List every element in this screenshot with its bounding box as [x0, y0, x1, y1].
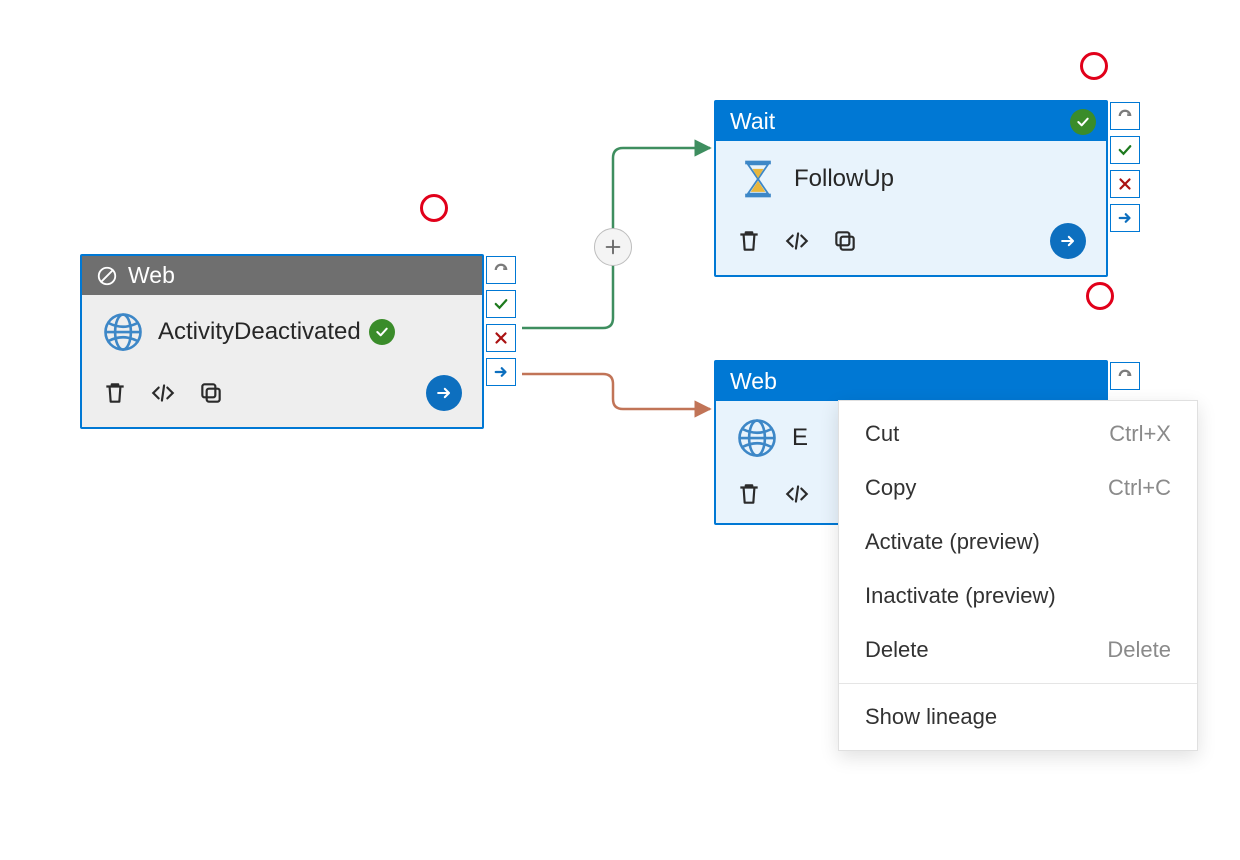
- node-type-label: Wait: [730, 108, 775, 135]
- port-success[interactable]: [1110, 136, 1140, 164]
- menu-label: Activate (preview): [865, 529, 1040, 555]
- code-icon[interactable]: [150, 380, 176, 406]
- node-actions: [716, 209, 1106, 275]
- output-ports: [1110, 102, 1140, 232]
- port-success[interactable]: [486, 290, 516, 318]
- globe-icon: [736, 417, 778, 459]
- node-type-label: Web: [128, 262, 175, 289]
- menu-item-show-lineage[interactable]: Show lineage: [839, 690, 1197, 744]
- node-type-label: Web: [730, 368, 777, 395]
- output-ports: [486, 256, 516, 386]
- output-ports: [1110, 362, 1140, 390]
- menu-item-delete[interactable]: Delete Delete: [839, 623, 1197, 677]
- delete-icon[interactable]: [102, 380, 128, 406]
- menu-item-inactivate[interactable]: Inactivate (preview): [839, 569, 1197, 623]
- deactivated-icon: [96, 265, 118, 287]
- copy-icon[interactable]: [832, 228, 858, 254]
- node-name-label: ActivityDeactivated: [158, 318, 361, 346]
- menu-item-copy[interactable]: Copy Ctrl+C: [839, 461, 1197, 515]
- node-header: Web: [716, 362, 1106, 401]
- globe-icon: [102, 311, 144, 353]
- port-completion[interactable]: [486, 358, 516, 386]
- menu-divider: [839, 683, 1197, 684]
- node-body: ActivityDeactivated: [82, 295, 482, 361]
- code-icon[interactable]: [784, 481, 810, 507]
- menu-label: Show lineage: [865, 704, 997, 730]
- menu-item-cut[interactable]: Cut Ctrl+X: [839, 407, 1197, 461]
- menu-label: Delete: [865, 637, 929, 663]
- port-skip[interactable]: [1110, 362, 1140, 390]
- run-icon[interactable]: [426, 375, 462, 411]
- menu-shortcut: Ctrl+X: [1109, 421, 1171, 447]
- node-body: FollowUp: [716, 141, 1106, 209]
- node-actions: [82, 361, 482, 427]
- pipeline-canvas[interactable]: Web ActivityDeactivated: [0, 0, 1240, 860]
- add-activity-button[interactable]: [594, 228, 632, 266]
- success-status-badge: [369, 319, 395, 345]
- highlight-marker: [420, 194, 448, 222]
- highlight-marker: [1086, 282, 1114, 310]
- activity-node-activitydeactivated[interactable]: Web ActivityDeactivated: [80, 254, 484, 429]
- run-icon[interactable]: [1050, 223, 1086, 259]
- code-icon[interactable]: [784, 228, 810, 254]
- menu-label: Cut: [865, 421, 899, 447]
- highlight-marker: [1080, 52, 1108, 80]
- hourglass-icon: [736, 157, 780, 201]
- delete-icon[interactable]: [736, 481, 762, 507]
- port-failure[interactable]: [1110, 170, 1140, 198]
- menu-shortcut: Ctrl+C: [1108, 475, 1171, 501]
- menu-item-activate[interactable]: Activate (preview): [839, 515, 1197, 569]
- menu-shortcut: Delete: [1107, 637, 1171, 663]
- node-header: Wait: [716, 102, 1106, 141]
- context-menu[interactable]: Cut Ctrl+X Copy Ctrl+C Activate (preview…: [838, 400, 1198, 751]
- port-skip[interactable]: [1110, 102, 1140, 130]
- node-name-label: FollowUp: [794, 165, 894, 193]
- port-failure[interactable]: [486, 324, 516, 352]
- delete-icon[interactable]: [736, 228, 762, 254]
- node-name-label: E: [792, 424, 808, 452]
- port-completion[interactable]: [1110, 204, 1140, 232]
- menu-label: Inactivate (preview): [865, 583, 1056, 609]
- success-status-badge: [1070, 109, 1096, 135]
- node-header: Web: [82, 256, 482, 295]
- port-skip[interactable]: [486, 256, 516, 284]
- menu-label: Copy: [865, 475, 916, 501]
- copy-icon[interactable]: [198, 380, 224, 406]
- activity-node-followup[interactable]: Wait FollowUp: [714, 100, 1108, 277]
